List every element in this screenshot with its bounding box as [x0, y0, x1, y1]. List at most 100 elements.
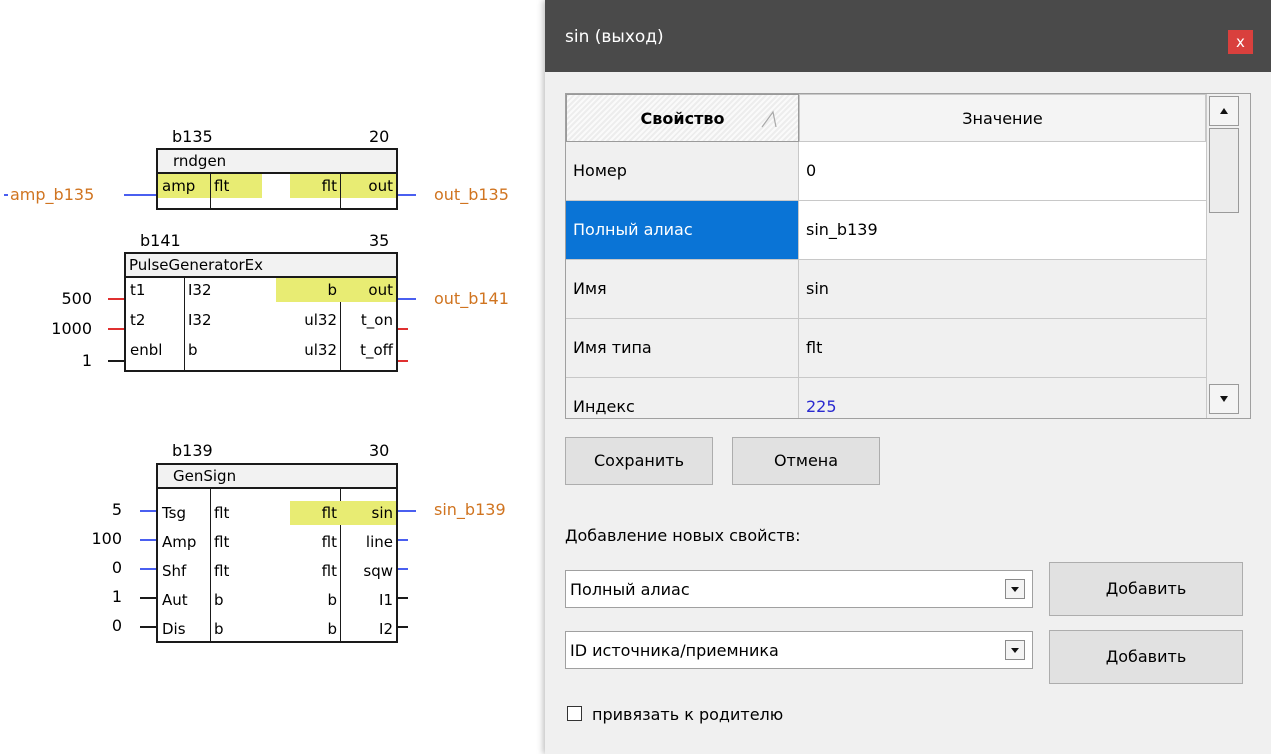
block-b139-id: b139 — [172, 441, 213, 460]
port-tsg[interactable]: Tsg — [158, 501, 210, 525]
scroll-up-button[interactable] — [1209, 96, 1239, 126]
bind-to-parent-checkbox[interactable] — [567, 706, 582, 721]
vertical-scrollbar[interactable] — [1206, 94, 1250, 418]
port-sin[interactable]: sin — [340, 501, 396, 525]
wire — [140, 626, 156, 628]
const-amp[interactable]: 100 — [60, 530, 122, 548]
port-t1-type: I32 — [188, 281, 212, 299]
port-t1[interactable]: t1 — [126, 278, 184, 302]
port-aut-type: b — [214, 591, 224, 609]
signal-out-b135[interactable]: out_b135 — [434, 186, 509, 204]
source-receiver-select-value: ID источника/приемника — [570, 641, 779, 660]
port-t2-type: I32 — [188, 311, 212, 329]
block-b141-id: b141 — [140, 231, 181, 250]
close-button[interactable]: x — [1228, 30, 1253, 54]
wire — [398, 568, 408, 570]
block-pulsegeneratorex[interactable]: PulseGeneratorEx t1 I32 b out t2 I32 ul3… — [124, 252, 398, 372]
wire — [398, 360, 408, 362]
port-dis[interactable]: Dis — [158, 617, 210, 641]
wire — [398, 510, 416, 512]
const-t1[interactable]: 500 — [40, 290, 92, 308]
signal-out-b141[interactable]: out_b141 — [434, 290, 509, 308]
signal-sin-b139[interactable]: sin_b139 — [434, 501, 506, 519]
port-amp[interactable]: amp — [158, 174, 210, 198]
property-value[interactable]: 0 — [799, 142, 1206, 200]
port-sqw[interactable]: sqw — [340, 559, 396, 583]
grid-row[interactable]: Имя типа flt — [566, 319, 1206, 378]
grid-row[interactable]: Индекс 225 — [566, 378, 1206, 418]
port-t-on[interactable]: t_on — [340, 308, 396, 332]
divider — [210, 174, 211, 208]
property-key[interactable]: Имя — [566, 260, 799, 318]
wire — [398, 626, 408, 628]
port-enbl[interactable]: enbl — [126, 338, 184, 362]
const-t2[interactable]: 1000 — [30, 320, 92, 338]
dropdown-arrow-icon[interactable] — [1005, 640, 1025, 660]
property-value[interactable]: sin_b139 — [799, 201, 1206, 259]
bind-to-parent-label[interactable]: привязать к родителю — [592, 705, 783, 724]
signal-amp-b135[interactable]: amp_b135 — [10, 186, 94, 204]
properties-dialog: sin (выход) x Свойство Значение Номер 0 … — [545, 0, 1271, 754]
port-tsg-type: flt — [214, 504, 230, 522]
dialog-titlebar[interactable]: sin (выход) x — [545, 0, 1271, 72]
port-t-off[interactable]: t_off — [340, 338, 396, 362]
port-amp-type: flt — [210, 174, 262, 198]
column-header-property-label: Свойство — [640, 109, 725, 128]
const-tsg[interactable]: 5 — [60, 501, 122, 519]
block-rndgen[interactable]: rndgen amp flt flt out — [156, 148, 398, 210]
scroll-down-button[interactable] — [1209, 384, 1239, 414]
port-out[interactable]: out — [340, 174, 396, 198]
wire — [140, 568, 156, 570]
const-aut[interactable]: 1 — [60, 588, 122, 606]
property-key[interactable]: Индекс — [566, 378, 799, 418]
port-shf[interactable]: Shf — [158, 559, 210, 583]
port-sin-type: flt — [290, 501, 340, 525]
property-grid[interactable]: Свойство Значение Номер 0 Полный алиас s… — [565, 93, 1251, 419]
property-select[interactable]: Полный алиас — [565, 570, 1033, 608]
wire — [398, 298, 416, 300]
block-b139-priority: 30 — [369, 441, 390, 460]
port-i2-type: b — [327, 620, 337, 638]
grid-row[interactable]: Номер 0 — [566, 142, 1206, 201]
property-key[interactable]: Имя типа — [566, 319, 799, 377]
property-key[interactable]: Номер — [566, 142, 799, 200]
cancel-button[interactable]: Отмена — [732, 437, 880, 485]
dialog-title: sin (выход) — [565, 27, 664, 47]
port-aut[interactable]: Aut — [158, 588, 210, 612]
arrow-up-icon — [1220, 108, 1228, 114]
block-gensign[interactable]: GenSign Tsg flt flt sin Amp flt flt line… — [156, 463, 398, 643]
port-out[interactable]: out — [340, 278, 396, 302]
const-shf[interactable]: 0 — [60, 559, 122, 577]
wire — [398, 328, 408, 330]
grid-row[interactable]: Полный алиас sin_b139 — [566, 201, 1206, 260]
wire — [398, 194, 416, 196]
add-property-button[interactable]: Добавить — [1049, 562, 1243, 616]
port-i1[interactable]: I1 — [340, 588, 396, 612]
wire — [140, 539, 156, 541]
property-value[interactable]: flt — [799, 319, 1206, 377]
source-receiver-select[interactable]: ID источника/приемника — [565, 631, 1033, 669]
dropdown-arrow-icon[interactable] — [1005, 579, 1025, 599]
grid-row[interactable]: Имя sin — [566, 260, 1206, 319]
property-key[interactable]: Полный алиас — [566, 201, 799, 259]
port-out-type: b — [276, 278, 340, 302]
port-i2[interactable]: I2 — [340, 617, 396, 641]
port-amp-type: flt — [214, 533, 230, 551]
property-value[interactable]: 225 — [799, 378, 1206, 418]
const-dis[interactable]: 0 — [60, 617, 122, 635]
scrollbar-thumb[interactable] — [1209, 128, 1239, 213]
save-button[interactable]: Сохранить — [565, 437, 713, 485]
const-enbl[interactable]: 1 — [40, 352, 92, 370]
wire — [140, 597, 156, 599]
port-amp[interactable]: Amp — [158, 530, 210, 554]
port-t2[interactable]: t2 — [126, 308, 184, 332]
property-value[interactable]: sin — [799, 260, 1206, 318]
add-source-button[interactable]: Добавить — [1049, 630, 1243, 684]
column-header-value[interactable]: Значение — [799, 94, 1206, 142]
wire — [108, 328, 124, 330]
port-dis-type: b — [214, 620, 224, 638]
port-line[interactable]: line — [340, 530, 396, 554]
port-shf-type: flt — [214, 562, 230, 580]
column-header-property[interactable]: Свойство — [566, 94, 799, 142]
wire — [140, 510, 156, 512]
